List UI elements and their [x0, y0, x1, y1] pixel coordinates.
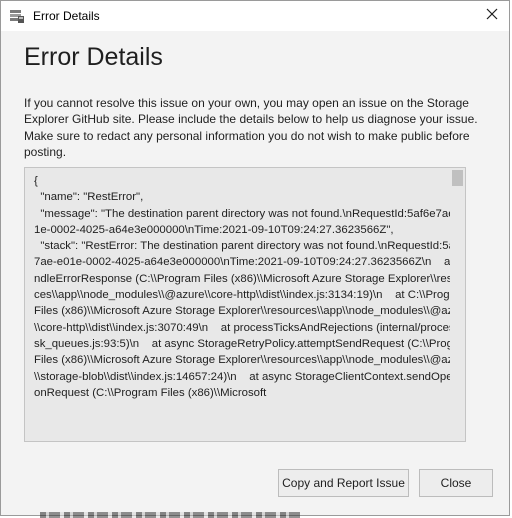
close-button[interactable]: Close: [419, 469, 493, 497]
error-details-textbox[interactable]: { "name": "RestError", "message": "The d…: [24, 167, 466, 442]
dialog-heading: Error Details: [24, 43, 163, 71]
storage-explorer-app-icon: [9, 8, 25, 24]
window-title: Error Details: [33, 9, 100, 23]
window-close-button[interactable]: [475, 1, 509, 31]
error-details-text[interactable]: { "name": "RestError", "message": "The d…: [34, 173, 465, 401]
details-scrollbar[interactable]: [450, 167, 466, 442]
error-details-window: Error Details Error Details If you canno…: [0, 0, 510, 516]
scrollbar-thumb[interactable]: [452, 170, 463, 186]
copy-and-report-issue-button[interactable]: Copy and Report Issue: [278, 469, 409, 497]
dialog-description: If you cannot resolve this issue on your…: [24, 96, 478, 159]
close-icon: [486, 7, 498, 25]
title-bar[interactable]: Error Details: [1, 1, 509, 31]
background-window-edge: [40, 512, 300, 518]
